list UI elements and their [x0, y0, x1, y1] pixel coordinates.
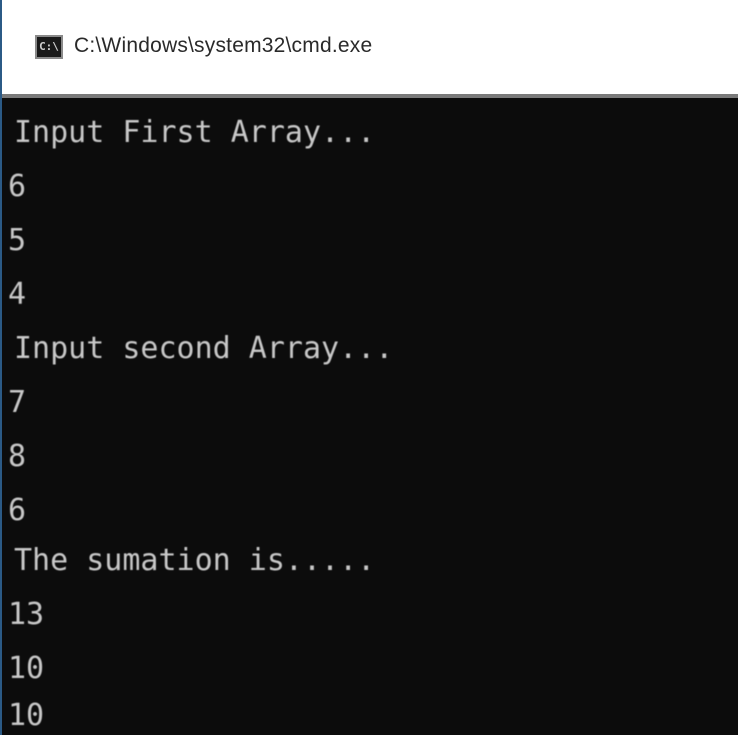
console-line: Input second Array... [14, 331, 394, 366]
cmd-icon[interactable]: C:\ [35, 35, 63, 59]
console-output[interactable]: Input First Array... 6 5 4 Input second … [2, 102, 738, 735]
console-line: 7 [8, 385, 27, 420]
console-line: 5 [8, 223, 27, 258]
console-line: The sumation is..... [14, 543, 376, 578]
title-bar[interactable]: C:\ C:\Windows\system32\cmd.exe [2, 0, 738, 98]
console-line: Input First Array... [14, 115, 376, 150]
console-line: 4 [8, 277, 27, 312]
console-line: 8 [8, 439, 27, 474]
cmd-window: C:\ C:\Windows\system32\cmd.exe Input Fi… [0, 0, 738, 735]
console-line: 10 [8, 698, 45, 733]
console-line: 13 [8, 597, 45, 632]
console-line: 6 [8, 493, 27, 528]
console-line: 10 [8, 651, 45, 686]
console-line: 6 [8, 169, 27, 204]
window-title: C:\Windows\system32\cmd.exe [74, 34, 373, 57]
